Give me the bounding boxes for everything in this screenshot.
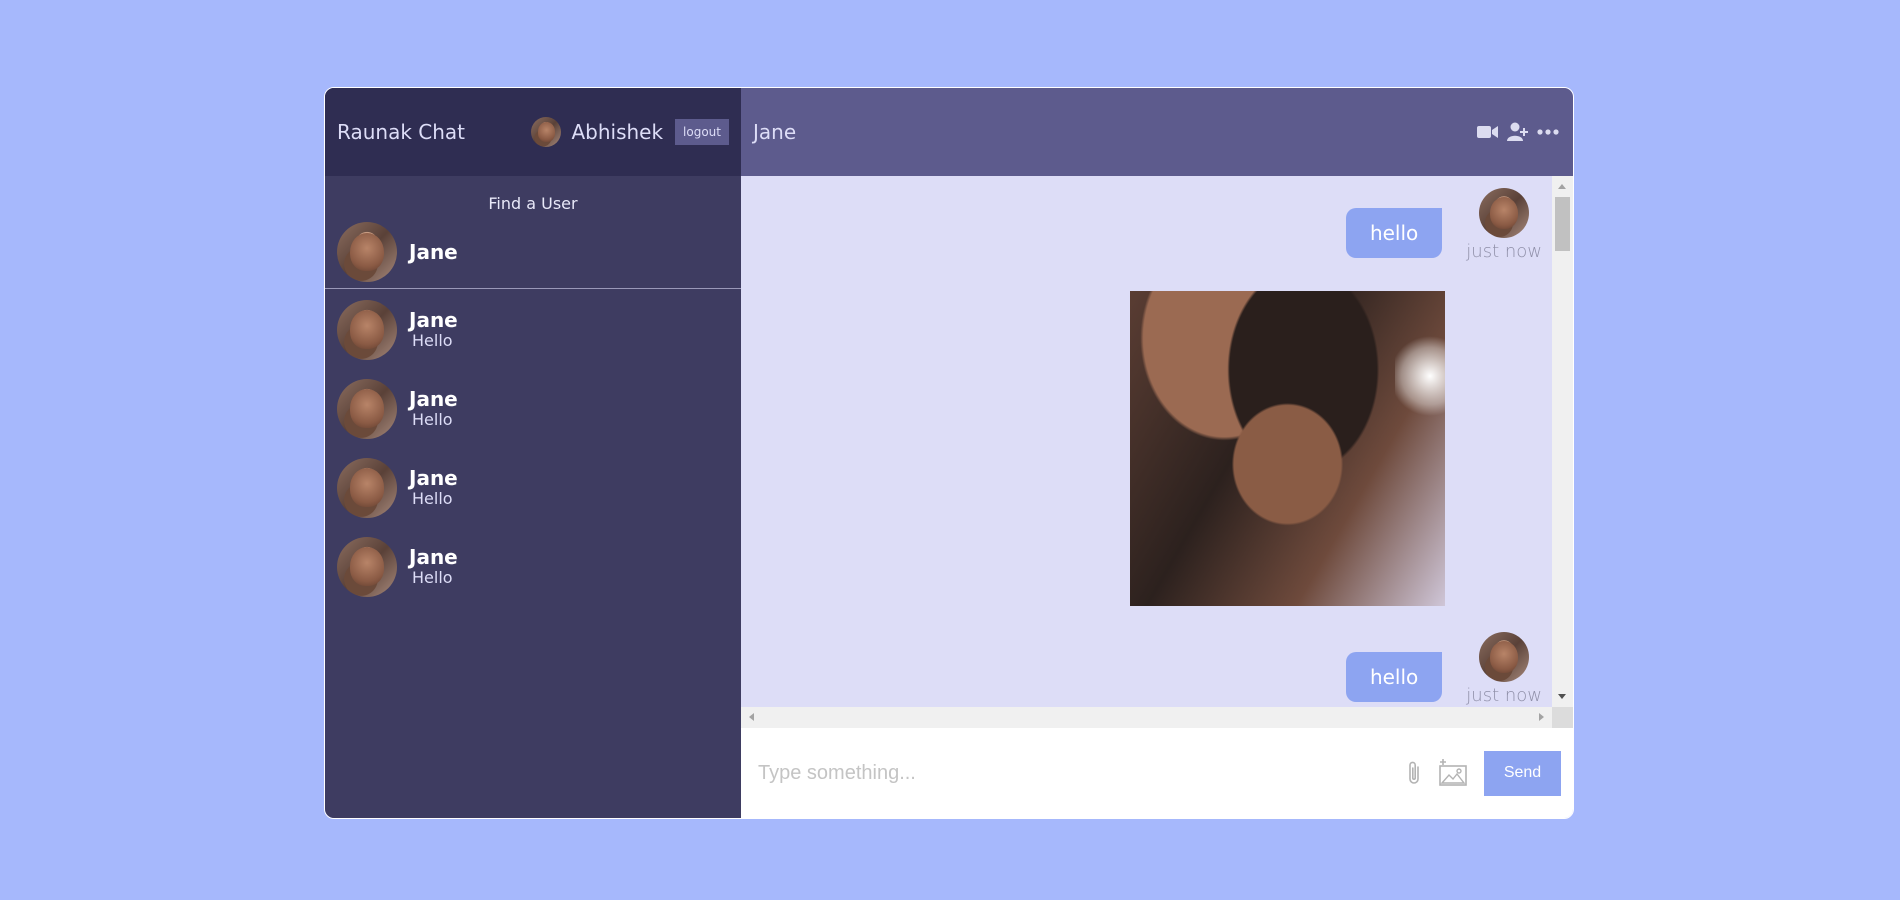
- search-result-user[interactable]: Jane: [325, 216, 741, 288]
- find-user-input[interactable]: [325, 176, 741, 216]
- chat-last-message: Hello: [412, 488, 453, 508]
- chat-info: Jane Hello: [409, 546, 458, 588]
- chat-list-item[interactable]: Jane Hello: [325, 290, 741, 369]
- chat-name: Jane: [409, 544, 458, 569]
- current-user-name: Abhishek: [571, 120, 664, 144]
- chat-info: Jane Hello: [409, 467, 458, 509]
- chat-list-item[interactable]: Jane Hello: [325, 369, 741, 448]
- sidebar-header: Raunak Chat Abhishek logout: [325, 88, 741, 176]
- app-brand: Raunak Chat: [337, 120, 465, 144]
- message-bubble: hello: [1345, 652, 1443, 702]
- chat-last-message: Hello: [412, 409, 453, 429]
- message-time: just now: [1466, 685, 1542, 706]
- chat-name: Jane: [409, 465, 458, 490]
- attachment-icon[interactable]: [1406, 759, 1422, 787]
- logout-button[interactable]: logout: [675, 119, 729, 145]
- chat-avatar: [337, 299, 397, 360]
- messages-list: just now hello just now hello: [741, 176, 1552, 707]
- search-result-name: Jane: [409, 240, 458, 264]
- chat-header-icons: [1477, 122, 1559, 142]
- message-info: just now: [1466, 632, 1542, 706]
- message-bubble: hello: [1345, 208, 1443, 258]
- chat-info: Jane Hello: [409, 309, 458, 351]
- vertical-scrollbar[interactable]: [1552, 176, 1573, 707]
- chat-name: Jane: [409, 307, 458, 332]
- message-avatar: [1479, 632, 1530, 682]
- chat-avatar: [337, 378, 397, 439]
- message-avatar: [1479, 188, 1530, 238]
- message-input-bar: Send: [741, 728, 1573, 818]
- add-user-icon[interactable]: [1507, 122, 1529, 142]
- scroll-down-icon[interactable]: [1558, 694, 1566, 699]
- scroll-right-icon[interactable]: [1539, 713, 1544, 721]
- message-image[interactable]: [1130, 291, 1445, 606]
- current-user-avatar: [531, 117, 562, 147]
- horizontal-scrollbar[interactable]: [741, 707, 1552, 728]
- chat-list-item[interactable]: Jane Hello: [325, 527, 741, 606]
- chat-last-message: Hello: [412, 567, 453, 587]
- message-info: just now: [1466, 188, 1542, 262]
- chat-name: Jane: [409, 386, 458, 411]
- chat-list-item[interactable]: Jane Hello: [325, 448, 741, 527]
- add-image-icon[interactable]: [1438, 759, 1468, 787]
- more-options-icon[interactable]: [1537, 129, 1559, 135]
- chat-avatar: [337, 536, 397, 597]
- video-camera-icon[interactable]: [1477, 124, 1499, 140]
- chat-last-message: Hello: [412, 330, 453, 350]
- chat-avatar: [337, 457, 397, 518]
- sidebar: Raunak Chat Abhishek logout Jane Jane: [325, 88, 741, 818]
- vertical-scroll-thumb[interactable]: [1555, 197, 1570, 251]
- search-result-info: Jane: [409, 241, 458, 263]
- message-item: just now hello: [1345, 188, 1542, 262]
- messages-area: just now hello just now hello: [741, 176, 1573, 728]
- chat-app-window: Raunak Chat Abhishek logout Jane Jane: [324, 87, 1574, 819]
- scrollbar-corner: [1552, 707, 1573, 728]
- scroll-left-icon[interactable]: [749, 713, 754, 721]
- chat-info: Jane Hello: [409, 388, 458, 430]
- message-input[interactable]: [756, 760, 1406, 786]
- message-time: just now: [1466, 241, 1542, 262]
- message-item: just now hello: [1345, 632, 1542, 706]
- current-user: Abhishek logout: [531, 117, 729, 147]
- search-result-avatar: [337, 222, 397, 282]
- chat-title: Jane: [753, 120, 797, 144]
- user-search: Jane: [325, 176, 741, 289]
- chat-header: Jane: [741, 88, 1573, 176]
- send-button[interactable]: Send: [1484, 750, 1561, 796]
- input-actions: Send: [1406, 750, 1561, 796]
- scroll-up-icon[interactable]: [1558, 184, 1566, 189]
- chat-panel: Jane just now hello just now hello Type …: [741, 88, 1573, 818]
- chats-list: Jane Hello Jane Hello Jane Hello Jane He…: [325, 289, 741, 606]
